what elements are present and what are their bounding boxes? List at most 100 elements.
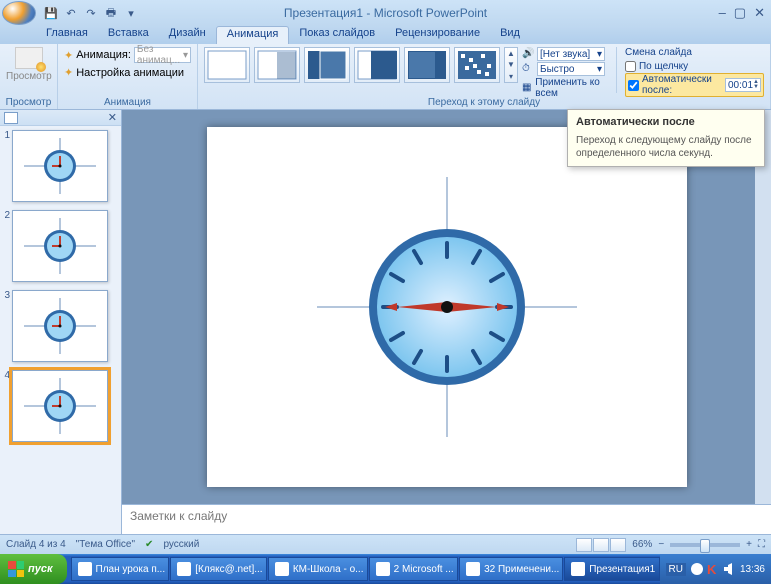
taskbar: пуск План урока п...[Клякс@.net]...КМ-Шк… [0,554,771,584]
title-bar: 💾 ↶ ↷ 🖶 ▾ Презентация1 - Microsoft Power… [0,0,771,26]
notes-area[interactable]: Заметки к слайду [122,504,771,534]
transition-speed-combo[interactable]: Быстро▾ [537,62,605,76]
restore-button[interactable]: ▢ [734,5,746,21]
vertical-scrollbar[interactable] [755,110,771,504]
tooltip: Автоматически после Переход к следующему… [567,109,765,167]
language-indicator[interactable]: RU [666,563,686,576]
slide-thumbnail[interactable] [12,130,108,202]
animate-combo[interactable]: Без анимац...▾ [134,47,191,63]
status-bar: Слайд 4 из 4 "Тема Office" ✔ русский 66%… [0,534,771,554]
minimize-button[interactable]: – [719,5,726,21]
taskbar-item[interactable]: 2 Microsoft ... [369,557,458,581]
zoom-slider[interactable] [670,543,740,547]
transition-cut[interactable] [304,47,350,83]
custom-animation-button[interactable]: ✦ Настройка анимации [64,66,191,79]
zoom-value[interactable]: 66% [632,539,652,550]
slideshow-view-button[interactable] [610,538,626,552]
auto-after-label: Автоматически после: [642,74,722,96]
slide-number: 3 [2,290,12,301]
tooltip-body: Переход к следующему слайду после опреде… [576,134,756,160]
tray-volume-icon[interactable] [722,562,736,576]
status-language[interactable]: русский [163,539,199,550]
slide-canvas[interactable] [207,127,687,487]
animate-label: Анимация: [76,49,131,61]
tab-design[interactable]: Дизайн [159,26,216,44]
undo-icon[interactable]: ↶ [62,4,80,22]
spellcheck-icon[interactable]: ✔ [145,539,153,550]
on-click-label: По щелчку [639,61,688,72]
group-transition: Переход к этому слайду [198,96,770,109]
sound-icon: 🔊 [522,48,534,60]
qat-more-icon[interactable]: ▾ [122,4,140,22]
fit-window-button[interactable]: ⛶ [758,539,765,550]
advance-slide-title: Смена слайда [625,47,764,58]
gallery-more[interactable]: ▲▼▾ [504,47,518,83]
office-button[interactable] [2,1,36,25]
group-animation: Анимация [58,96,197,109]
clock-shape [317,177,577,437]
slide-number: 2 [2,210,12,221]
transition-dissolve[interactable] [354,47,400,83]
ribbon: Просмотр Просмотр ✦ Анимация: Без анимац… [0,44,771,110]
task-app-icon [571,562,585,576]
custom-anim-icon: ✦ [64,66,73,79]
transition-sound-combo[interactable]: [Нет звука]▾ [537,47,605,61]
task-app-icon [275,562,289,576]
tray-clock[interactable]: 13:36 [740,564,765,575]
close-button[interactable]: ✕ [754,5,765,21]
on-click-checkbox[interactable] [625,61,636,72]
tab-slideshow[interactable]: Показ слайдов [289,26,385,44]
taskbar-item[interactable]: [Клякс@.net]... [170,557,267,581]
task-app-icon [177,562,191,576]
sorter-view-button[interactable] [593,538,609,552]
taskbar-item[interactable]: Презентация1 [564,557,659,581]
tab-animations[interactable]: Анимация [216,26,290,44]
normal-view-button[interactable] [576,538,592,552]
transition-fade[interactable] [254,47,300,83]
taskbar-item[interactable]: План урока п... [71,557,170,581]
tab-home[interactable]: Главная [36,26,98,44]
print-icon[interactable]: 🖶 [102,4,120,22]
status-slide-count: Слайд 4 из 4 [6,539,66,550]
zoom-in-button[interactable]: + [746,539,752,550]
task-app-icon [466,562,480,576]
tooltip-title: Автоматически после [576,116,756,128]
slide-number: 4 [2,370,12,381]
start-button[interactable]: пуск [0,554,67,584]
slides-tab-icon[interactable] [4,112,18,124]
transition-none[interactable] [204,47,250,83]
auto-after-checkbox[interactable] [628,80,639,91]
slide-number: 1 [2,130,12,141]
zoom-out-button[interactable]: − [658,539,664,550]
taskbar-item[interactable]: 32 Применени... [459,557,563,581]
tab-insert[interactable]: Вставка [98,26,159,44]
transition-random[interactable] [454,47,500,83]
slide-thumbnail[interactable] [12,210,108,282]
status-theme: "Тема Office" [76,539,135,550]
ribbon-tabs: Главная Вставка Дизайн Анимация Показ сл… [0,26,771,44]
preview-label: Просмотр [6,71,52,82]
svg-text:K: K [707,562,717,576]
preview-icon[interactable] [15,47,43,69]
redo-icon[interactable]: ↷ [82,4,100,22]
slide-thumbnail[interactable] [12,370,108,442]
taskbar-item[interactable]: КМ-Школа - о... [268,557,368,581]
tab-view[interactable]: Вид [490,26,530,44]
slides-panel: ✕ 1 2 3 4 [0,110,122,534]
task-app-icon [376,562,390,576]
save-icon[interactable]: 💾 [42,4,60,22]
slide-thumbnail[interactable] [12,290,108,362]
tray-k-icon[interactable]: K [706,562,720,576]
tab-review[interactable]: Рецензирование [385,26,490,44]
speed-icon: ⏱ [522,63,534,75]
transition-gallery[interactable]: ▲▼▾ [204,47,518,83]
auto-after-spinner[interactable]: 00:01 ▲▼ [725,78,761,92]
group-preview: Просмотр [0,96,57,109]
tray-icon[interactable] [690,562,704,576]
transition-wipe[interactable] [404,47,450,83]
system-tray: RU K 13:36 [660,554,771,584]
quick-access-toolbar: 💾 ↶ ↷ 🖶 ▾ [42,4,140,22]
panel-close-icon[interactable]: ✕ [108,111,117,124]
star-icon: ✦ [64,49,73,62]
task-app-icon [78,562,92,576]
